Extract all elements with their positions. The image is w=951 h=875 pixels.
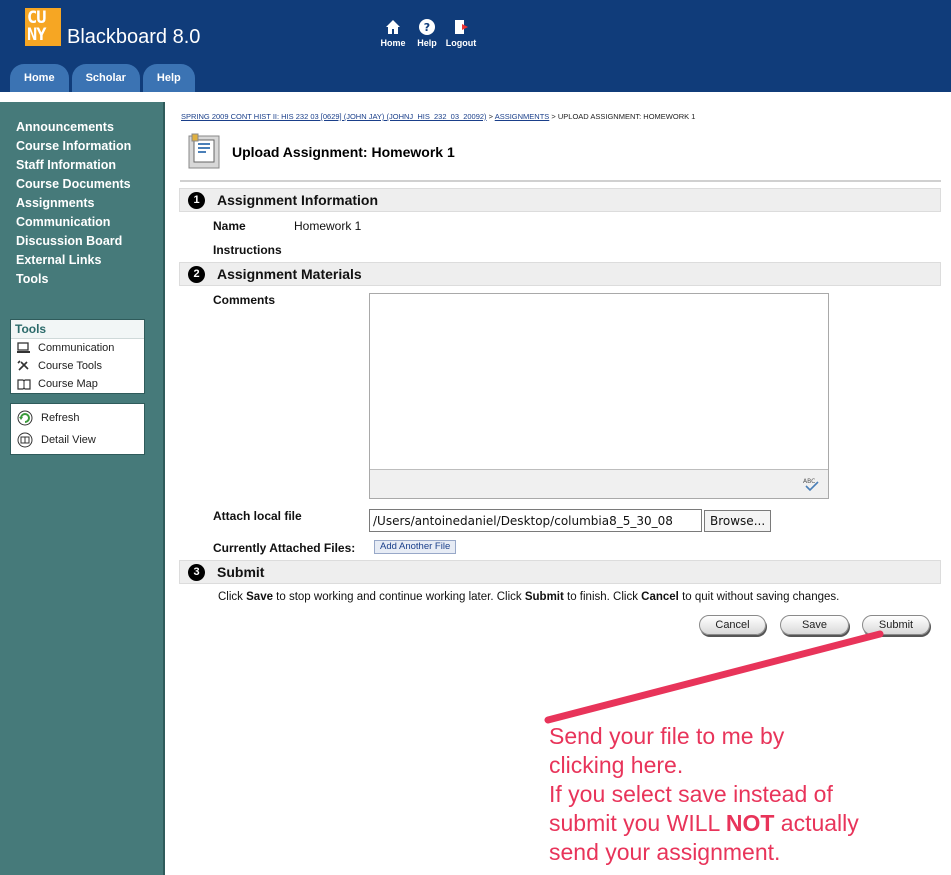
annotation-line-4: submit you WILL NOT actually: [549, 809, 949, 838]
annotation-text: actually: [774, 810, 859, 836]
annotation-line-5: send your assignment.: [549, 839, 781, 865]
annotation-line-3: If you select save instead of: [549, 781, 833, 807]
annotation-line-1: Send your file to me by: [549, 723, 785, 749]
annotation-emphasis: NOT: [725, 810, 775, 836]
annotation-line-2: clicking here.: [549, 752, 684, 778]
annotation-text: submit you WILL: [549, 810, 726, 836]
annotation-note: Send your file to me by clicking here. I…: [549, 722, 949, 867]
